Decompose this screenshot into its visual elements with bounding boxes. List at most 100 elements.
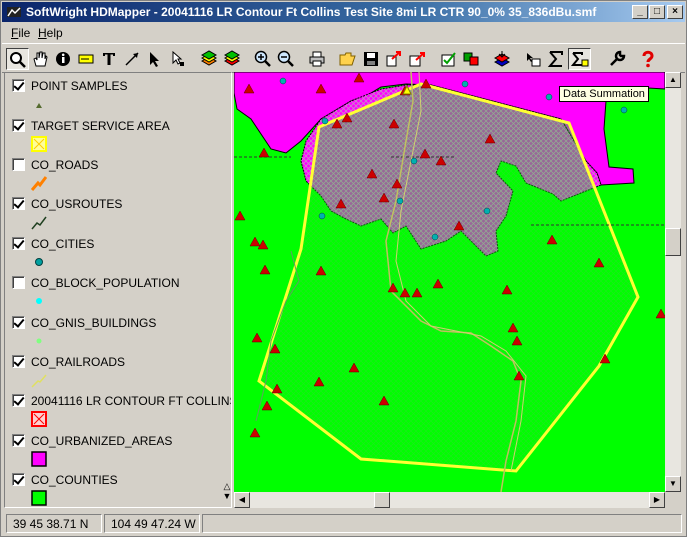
layers-edit-icon bbox=[223, 50, 241, 66]
cyan-dot-symbol bbox=[36, 298, 42, 304]
export-button[interactable] bbox=[383, 48, 406, 70]
layer-co-urbanized-areas[interactable]: CO_URBANIZED_AREAS bbox=[5, 431, 231, 471]
export-window-icon bbox=[409, 52, 425, 67]
app-icon bbox=[7, 7, 21, 17]
layer-co-cities[interactable]: CO_CITIES bbox=[5, 234, 231, 274]
help-icon bbox=[642, 50, 654, 68]
scroll-up-icon[interactable]: ▲ bbox=[665, 72, 681, 88]
layer-label: CO_CITIES bbox=[31, 237, 95, 251]
layer-checkbox[interactable] bbox=[12, 197, 25, 210]
settings-button[interactable] bbox=[606, 48, 629, 70]
toolbar bbox=[2, 43, 685, 73]
layer-checkbox[interactable] bbox=[12, 237, 25, 250]
layer-label: CO_GNIS_BUILDINGS bbox=[31, 316, 157, 330]
status-message bbox=[202, 514, 682, 533]
folder-open-icon bbox=[339, 52, 356, 66]
hand-icon bbox=[33, 51, 48, 67]
cursor-box-icon bbox=[527, 53, 541, 67]
zoom-tool-button[interactable] bbox=[6, 48, 29, 70]
layer-checkbox[interactable] bbox=[12, 473, 25, 486]
layer-co-roads[interactable]: CO_ROADS bbox=[5, 155, 231, 195]
layer-checkbox[interactable] bbox=[12, 79, 25, 92]
select-button[interactable] bbox=[144, 48, 167, 70]
text-icon bbox=[103, 53, 115, 65]
status-longitude: 104 49 47.24 W bbox=[104, 514, 200, 533]
horizontal-scroll-thumb[interactable] bbox=[374, 492, 390, 508]
floppy-disk-icon bbox=[364, 52, 378, 66]
menu-file[interactable]: File bbox=[11, 26, 30, 40]
app-window: SoftWright HDMapper - 20041116 LR Contou… bbox=[0, 0, 687, 537]
route-line-symbol bbox=[31, 216, 47, 230]
magenta-fill-symbol bbox=[31, 451, 47, 467]
layer-co-usroutes[interactable]: CO_USROUTES bbox=[5, 194, 231, 234]
layer-co-railroads[interactable]: CO_RAILROADS bbox=[5, 352, 231, 392]
vertical-scroll-thumb[interactable] bbox=[665, 228, 681, 256]
layer-label: CO_USROUTES bbox=[31, 197, 123, 211]
zoom-in-button[interactable] bbox=[252, 48, 275, 70]
layers-add-button[interactable] bbox=[198, 48, 221, 70]
text-button[interactable] bbox=[98, 48, 121, 70]
close-button[interactable]: × bbox=[667, 5, 683, 19]
layer-checkbox[interactable] bbox=[12, 355, 25, 368]
save-button[interactable] bbox=[360, 48, 383, 70]
green-dot-symbol bbox=[36, 338, 42, 344]
minimize-button[interactable]: _ bbox=[632, 5, 648, 19]
layer-label: CO_BLOCK_POPULATION bbox=[31, 276, 180, 290]
edit-check-button[interactable] bbox=[437, 48, 460, 70]
pan-button[interactable] bbox=[29, 48, 52, 70]
layer-label: 20041116 LR CONTOUR FT COLLINS TE bbox=[31, 394, 231, 408]
map-canvas[interactable] bbox=[234, 72, 665, 492]
checkmark-edit-icon bbox=[441, 52, 456, 67]
layer-target-service-area[interactable]: TARGET SERVICE AREA bbox=[5, 116, 231, 156]
zoom-out-icon bbox=[277, 50, 294, 67]
layer-checkbox[interactable] bbox=[12, 434, 25, 447]
status-bar: 39 45 38.71 N 104 49 47.24 W bbox=[2, 511, 685, 535]
window-title: SoftWright HDMapper - 20041116 LR Contou… bbox=[26, 5, 597, 19]
layer-label: CO_RAILROADS bbox=[31, 355, 126, 369]
layer-lr-contour[interactable]: 20041116 LR CONTOUR FT COLLINS TE bbox=[5, 391, 231, 431]
menu-help[interactable]: Help bbox=[38, 26, 63, 40]
swap-icon bbox=[463, 52, 479, 66]
select-sum-button[interactable] bbox=[522, 48, 545, 70]
node-select-button[interactable] bbox=[167, 48, 190, 70]
info-icon bbox=[56, 52, 70, 66]
layers-icon bbox=[200, 50, 218, 66]
orange-road-symbol bbox=[31, 176, 47, 191]
title-bar[interactable]: SoftWright HDMapper - 20041116 LR Contou… bbox=[2, 2, 685, 22]
label-button[interactable] bbox=[75, 48, 98, 70]
open-button[interactable] bbox=[337, 48, 360, 70]
layer-checkbox[interactable] bbox=[12, 276, 25, 289]
scroll-left-icon[interactable]: ◀ bbox=[234, 492, 250, 508]
maximize-button[interactable]: □ bbox=[649, 5, 665, 19]
diagonal-arrow-icon bbox=[125, 52, 139, 66]
sum-button[interactable] bbox=[545, 48, 568, 70]
swap-button[interactable] bbox=[460, 48, 483, 70]
legend-scroll-arrows-icon[interactable]: △ ▼ bbox=[222, 481, 231, 505]
layers-edit-button[interactable] bbox=[221, 48, 244, 70]
scroll-down-icon[interactable]: ▼ bbox=[665, 476, 681, 492]
layer-checkbox[interactable] bbox=[12, 316, 25, 329]
print-button[interactable] bbox=[306, 48, 329, 70]
layer-point-samples[interactable]: POINT SAMPLES bbox=[5, 76, 231, 116]
help-button[interactable] bbox=[637, 48, 660, 70]
sigma-icon bbox=[547, 51, 563, 67]
layer-co-counties[interactable]: CO_COUNTIES bbox=[5, 470, 231, 507]
layer-stack-button[interactable] bbox=[491, 48, 514, 70]
sigma-table-icon bbox=[571, 52, 589, 67]
zoom-out-button[interactable] bbox=[275, 48, 298, 70]
red-triangle-symbol bbox=[36, 103, 42, 108]
layer-co-block-population[interactable]: CO_BLOCK_POPULATION bbox=[5, 273, 231, 313]
magnifier-icon bbox=[10, 52, 26, 68]
menu-bar: File Help bbox=[2, 23, 685, 42]
data-summation-button[interactable] bbox=[568, 48, 591, 70]
export-window-button[interactable] bbox=[406, 48, 429, 70]
layer-checkbox[interactable] bbox=[12, 119, 25, 132]
layer-checkbox[interactable] bbox=[12, 394, 25, 407]
horizontal-scrollbar[interactable]: ◀ ▶ bbox=[234, 492, 665, 508]
vertical-scrollbar[interactable]: ▲ ▼ bbox=[665, 72, 681, 492]
info-button[interactable] bbox=[52, 48, 75, 70]
scroll-right-icon[interactable]: ▶ bbox=[649, 492, 665, 508]
layer-co-gnis-buildings[interactable]: CO_GNIS_BUILDINGS bbox=[5, 313, 231, 353]
measure-button[interactable] bbox=[121, 48, 144, 70]
layer-checkbox[interactable] bbox=[12, 158, 25, 171]
